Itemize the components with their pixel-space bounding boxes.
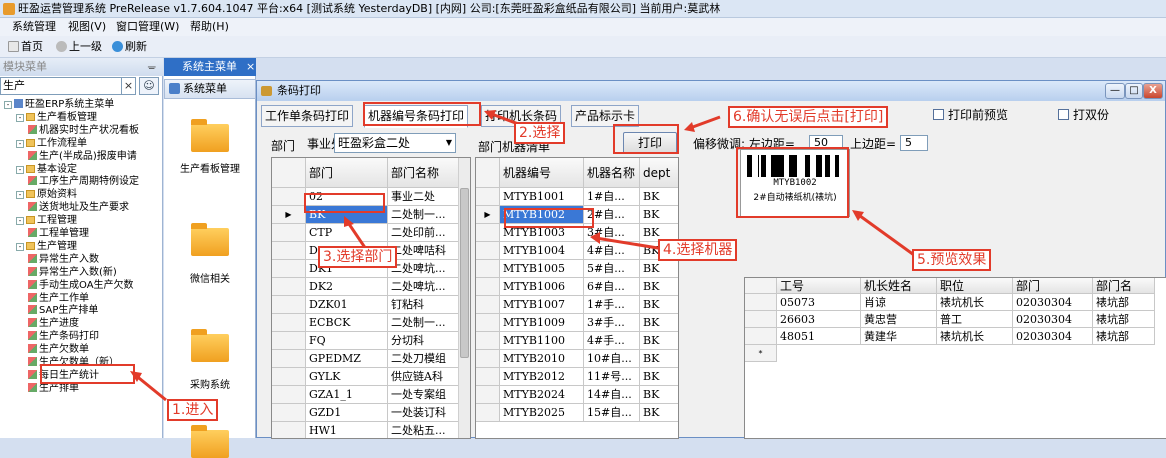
highlight-barcode-print-item [40,364,135,384]
arrow-step6 [689,115,721,130]
arrowhead-step5 [852,210,864,221]
arrow-step4 [595,236,665,251]
arrowhead-step6 [684,122,695,132]
highlight-dept-bk [304,193,385,213]
arrowhead-step3 [344,216,354,227]
highlight-machine-tab [363,102,481,126]
annotation-step4: 4.选择机器 [658,239,738,261]
annotation-step2: 2.选择 [514,122,566,144]
annotation-step5: 5.预览效果 [912,249,992,271]
highlight-print-button [613,124,679,154]
annotation-step3: 3.选择部门 [318,246,398,268]
annotation-step1: 1.进入 [167,399,219,421]
highlight-machine-row [504,208,594,228]
highlight-barcode-preview [736,147,849,218]
arrow-step5 [855,211,915,257]
arrowhead-step4 [590,232,600,244]
annotation-step6: 6.确认无误后点击[打印] [728,106,889,128]
